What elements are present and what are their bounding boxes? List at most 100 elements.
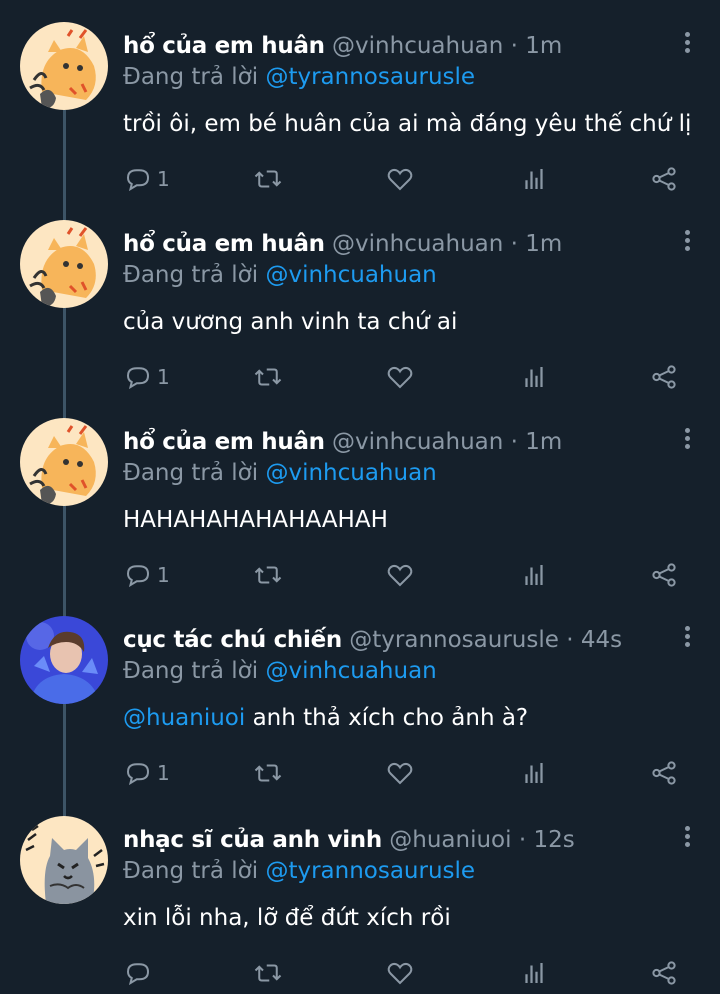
share-button[interactable] [649,162,679,196]
tiger-avatar[interactable] [20,220,108,308]
views-button[interactable] [519,360,549,394]
tweet-text-body: trồi ôi, em bé huân của ai mà đáng yêu t… [123,111,692,137]
reply-button[interactable]: 1 [123,360,170,394]
timestamp[interactable]: 1m [525,429,562,455]
reply-count: 1 [157,761,170,785]
share-icon [652,167,676,191]
more-options-icon[interactable] [682,626,692,652]
user-handle[interactable]: @huaniuoi [389,827,511,853]
share-button[interactable] [649,956,679,990]
retweet-icon [254,566,282,584]
reply-button[interactable]: 1 [123,558,170,592]
user-handle[interactable]: @vinhcuahuan [332,231,503,257]
views-button[interactable] [519,558,549,592]
timestamp[interactable]: 1m [525,33,562,59]
replying-to-link[interactable]: @vinhcuahuan [265,658,436,684]
photo-avatar[interactable] [20,616,108,704]
share-button[interactable] [649,558,679,592]
heart-icon [387,168,413,191]
user-handle[interactable]: @vinhcuahuan [332,429,503,455]
retweet-icon [254,368,282,386]
like-button[interactable] [385,756,415,790]
tweet-header: nhạc sĩ của anh vinh @huaniuoi · 12s [123,824,660,856]
tweet-text-body: HAHAHAHAHAHAAHAH [123,507,388,533]
heart-icon [387,762,413,785]
replying-to: Đang trả lời @vinhcuahuan [123,655,437,687]
retweet-icon [254,764,282,782]
reply-count: 1 [157,365,170,389]
share-icon [652,961,676,985]
replying-to-link[interactable]: @vinhcuahuan [265,460,436,486]
tweet-4[interactable]: cục tác chú chiến @tyrannosaurusle · 44s… [0,594,720,792]
tweet-1[interactable]: hổ của em huân @vinhcuahuan · 1m Đang tr… [0,0,720,198]
reply-icon [126,963,150,986]
like-button[interactable] [385,162,415,196]
user-handle[interactable]: @tyrannosaurusle [349,627,559,653]
reply-icon [126,763,150,786]
tweet-text-body: xin lỗi nha, lỡ để đứt xích rồi [123,905,451,931]
more-options-icon[interactable] [682,32,692,58]
replying-to: Đang trả lời @tyrannosaurusle [123,855,475,887]
like-button[interactable] [385,558,415,592]
views-icon [525,763,543,783]
replying-to-link[interactable]: @tyrannosaurusle [265,858,475,884]
reply-button[interactable]: 1 [123,756,170,790]
views-icon [525,169,543,189]
timestamp[interactable]: 12s [533,827,574,853]
tweet-header: hổ của em huân @vinhcuahuan · 1m [123,228,660,260]
share-button[interactable] [649,756,679,790]
display-name[interactable]: cục tác chú chiến [123,627,342,653]
cat-avatar[interactable] [20,816,108,904]
replying-to: Đang trả lời @vinhcuahuan [123,259,437,291]
display-name[interactable]: hổ của em huân [123,231,325,257]
like-button[interactable] [385,360,415,394]
tweet-2[interactable]: hổ của em huân @vinhcuahuan · 1m Đang tr… [0,198,720,396]
more-options-icon[interactable] [682,428,692,454]
tiger-avatar[interactable] [20,418,108,506]
retweet-button[interactable] [253,360,283,394]
tweet-text: trồi ôi, em bé huân của ai mà đáng yêu t… [123,107,700,141]
replying-to-link[interactable]: @vinhcuahuan [265,262,436,288]
timestamp[interactable]: 1m [525,231,562,257]
timestamp[interactable]: 44s [581,627,622,653]
tweet-actions: 1 [123,360,693,396]
more-options-icon[interactable] [682,826,692,852]
replying-to-label: Đang trả lời [123,460,259,486]
tweet-actions: 1 [123,558,693,594]
reply-count: 1 [157,563,170,587]
tweet-3[interactable]: hổ của em huân @vinhcuahuan · 1m Đang tr… [0,396,720,594]
tweet-5[interactable]: nhạc sĩ của anh vinh @huaniuoi · 12s Đan… [0,794,720,992]
retweet-button[interactable] [253,558,283,592]
share-icon [652,563,676,587]
retweet-button[interactable] [253,956,283,990]
reply-icon [126,367,150,390]
views-button[interactable] [519,956,549,990]
retweet-button[interactable] [253,162,283,196]
retweet-button[interactable] [253,756,283,790]
share-icon [652,365,676,389]
share-button[interactable] [649,360,679,394]
display-name[interactable]: hổ của em huân [123,33,325,59]
separator-dot: · [510,429,518,455]
like-button[interactable] [385,956,415,990]
reply-icon [126,169,150,192]
reply-button[interactable]: 1 [123,162,170,196]
retweet-icon [254,964,282,982]
reply-button[interactable] [123,956,157,990]
display-name[interactable]: nhạc sĩ của anh vinh [123,827,382,853]
display-name[interactable]: hổ của em huân [123,429,325,455]
tweet-text-body: của vương anh vinh ta chứ ai [123,309,458,335]
tiger-avatar[interactable] [20,22,108,110]
views-button[interactable] [519,756,549,790]
views-button[interactable] [519,162,549,196]
tweet-text: @huaniuoi anh thả xích cho ảnh à? [123,701,700,735]
replying-to-link[interactable]: @tyrannosaurusle [265,64,475,90]
views-icon [525,367,543,387]
user-handle[interactable]: @vinhcuahuan [332,33,503,59]
more-options-icon[interactable] [682,230,692,256]
mention-link[interactable]: @huaniuoi [123,705,245,731]
tweet-text-body: anh thả xích cho ảnh à? [245,705,529,731]
views-icon [525,963,543,983]
reply-icon [126,565,150,588]
replying-to-label: Đang trả lời [123,658,259,684]
